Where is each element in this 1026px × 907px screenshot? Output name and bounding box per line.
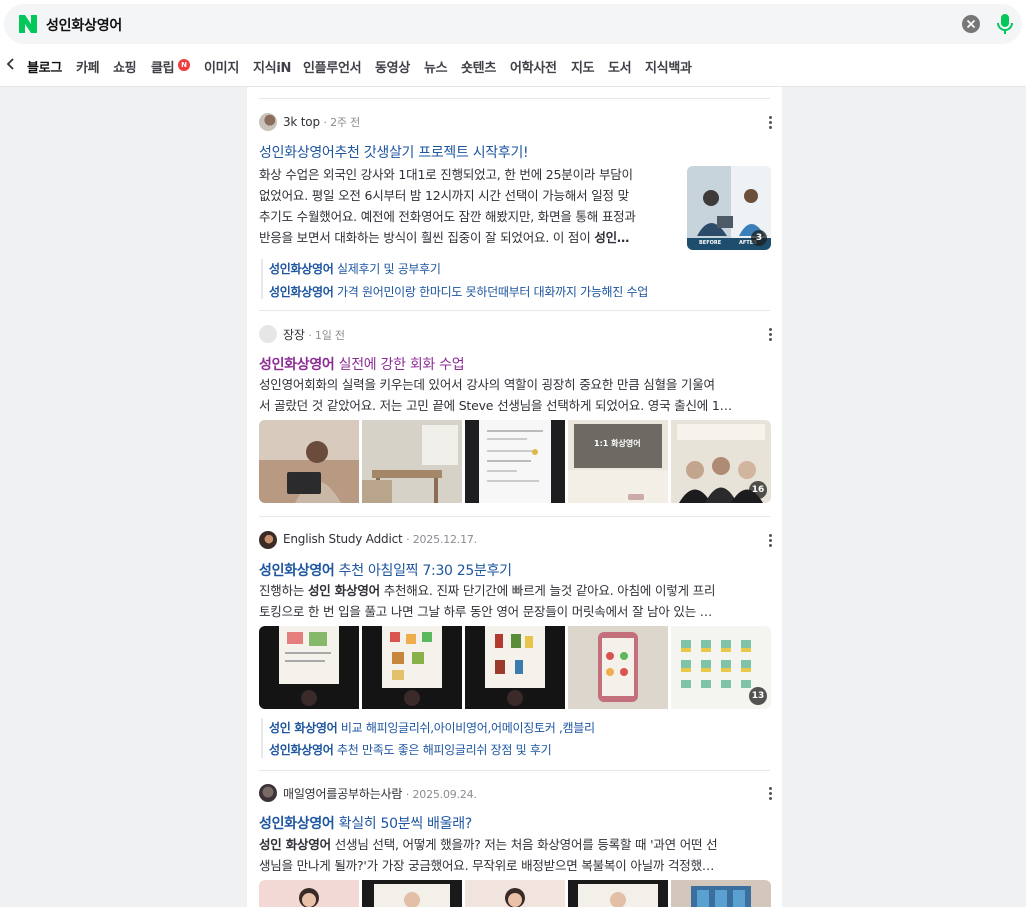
post-description[interactable]: 성인 화상영어 선생님 선택, 어떻게 했을까? 저는 처음 화상영어를 등록할… [259,834,774,878]
tab-shortents[interactable]: 숏텐츠 [461,57,496,76]
new-badge: N [178,59,190,71]
avatar [259,325,277,343]
post-time: 2주 전 [330,116,361,129]
post-title[interactable]: 성인화상영어 추천 아침일찍 7:30 25분후기 [259,560,512,580]
post-description[interactable]: 화상 수업은 외국인 강사와 1대1로 진행되었고, 한 번에 25분이라 부담… [259,164,679,250]
tab-influencer[interactable]: 인플루언서 [303,57,362,76]
image-strip[interactable] [259,880,771,907]
strip-image [259,420,359,503]
author-name: 3k top [283,115,320,129]
divider [259,516,770,517]
strip-image [568,626,668,709]
category-tabs: 블로그 카페 쇼핑 클립 N 이미지 지식iN 인플루언서 동영상 뉴스 숏텐츠… [0,51,1026,79]
strip-image [465,420,565,503]
tab-dictionary[interactable]: 어학사전 [510,57,557,76]
post-title[interactable]: 성인화상영어 실전에 강한 회화 수업 [259,354,465,374]
image-count-badge: 3 [751,230,767,246]
tab-news[interactable]: 뉴스 [424,57,448,76]
related-link[interactable]: 성인화상영어 추천 만족도 좋은 해피잉글리쉬 장점 및 후기 [269,741,552,758]
strip-image [259,880,359,907]
strip-image [568,880,668,907]
post-time: 2025.12.17. [412,533,477,546]
strip-image [362,880,462,907]
tab-blog[interactable]: 블로그 [27,57,62,76]
more-options-icon[interactable] [768,534,772,548]
tab-clip[interactable]: 클립 [151,57,175,76]
strip-image: 1:1 화상영어 [568,420,668,503]
tab-image[interactable]: 이미지 [204,57,239,76]
search-bar[interactable]: 성인화상영어 [4,4,1022,44]
post-description[interactable]: 진행하는 성인 화상영어 추천해요. 진짜 단기간에 빠르게 늘것 같아요. 아… [259,580,774,624]
post-time: 2025.09.24. [412,788,477,801]
tab-encyclopedia[interactable]: 지식백과 [645,57,692,76]
related-link[interactable]: 성인화상영어 실제후기 및 공부후기 [269,260,441,277]
strip-image [362,626,462,709]
clear-search-icon[interactable] [962,15,980,33]
post-title[interactable]: 성인화상영어 확실히 50분씩 배울래? [259,813,472,833]
post-time: 1일 전 [314,329,345,342]
avatar [259,113,277,131]
divider [259,310,770,311]
search-input[interactable]: 성인화상영어 [46,15,122,35]
divider [259,770,770,771]
related-link[interactable]: 성인 화상영어 비교 해피잉글리쉬,아이비영어,어메이징토커 ,캠블리 [269,719,595,736]
author-name: 매일영어를공부하는사람 [283,787,403,801]
more-options-icon[interactable] [768,116,772,130]
post-thumbnail[interactable]: BEFORE AFTER 3 [687,166,771,250]
author-name: English Study Addict [283,532,403,546]
avatar [259,784,277,802]
related-link[interactable]: 성인화상영어 가격 원어민이랑 한마디도 못하던때부터 대화까지 가능해진 수업 [269,283,648,300]
strip-image [259,626,359,709]
image-strip[interactable]: 1:1 화상영어 16 [259,420,771,503]
tab-video[interactable]: 동영상 [375,57,410,76]
tab-cafe[interactable]: 카페 [76,57,100,76]
sublink-bar [261,259,263,299]
image-caption: 1:1 화상영어 [594,439,641,448]
search-header: 성인화상영어 블로그 카페 쇼핑 클립 N 이미지 지식iN 인플루언서 동영상… [0,0,1026,87]
results-column: 3k top · 2주 전 성인화상영어추천 갓생살기 프로젝트 시작후기! 화… [247,87,782,907]
author-name: 장장 [283,328,305,342]
tab-books[interactable]: 도서 [608,57,632,76]
sublink-bar [261,718,263,758]
tab-kin[interactable]: 지식iN [253,57,291,76]
post-description[interactable]: 성인영어회화의 실력을 키우는데 있어서 강사의 역할이 굉장히 중요한 만큼 … [259,374,774,418]
tab-shopping[interactable]: 쇼핑 [113,57,137,76]
more-options-icon[interactable] [768,787,772,801]
strip-image [465,626,565,709]
tab-map[interactable]: 지도 [571,57,595,76]
image-strip[interactable]: 13 [259,626,771,709]
strip-image [362,420,462,503]
image-count-badge: 16 [749,481,767,499]
chevron-left-icon[interactable] [6,57,16,71]
strip-image [465,880,565,907]
post-title[interactable]: 성인화상영어추천 갓생살기 프로젝트 시작후기! [259,142,529,162]
naver-logo-icon[interactable] [16,12,40,36]
image-count-badge: 13 [749,687,767,705]
avatar [259,531,277,549]
divider [259,98,770,99]
more-options-icon[interactable] [768,328,772,342]
strip-image [671,880,771,907]
voice-search-icon[interactable] [994,12,1016,36]
